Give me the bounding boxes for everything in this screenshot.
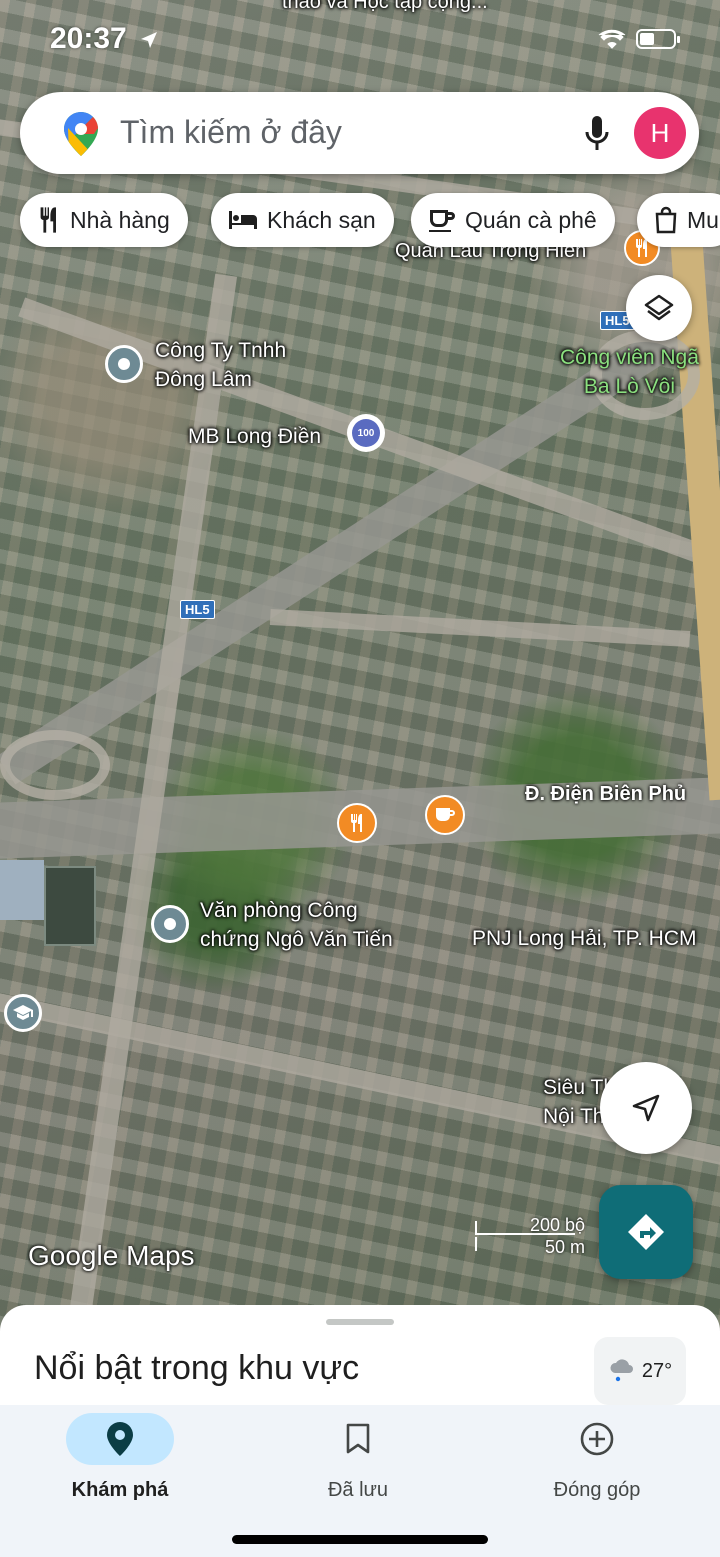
place-label[interactable]: MB Long Điền — [188, 422, 321, 451]
avatar-letter: H — [650, 117, 670, 148]
school-yard — [0, 860, 44, 920]
directions-button[interactable] — [599, 1185, 693, 1279]
nav-contribute[interactable]: Đóng góp — [497, 1413, 697, 1502]
layers-button[interactable] — [626, 275, 692, 341]
place-label[interactable]: PNJ Long Hải, TP. HCM — [472, 924, 696, 953]
navigation-arrow-icon — [632, 1094, 660, 1122]
park-label[interactable]: Công viên Ngã Ba Lò Vôi — [560, 343, 699, 401]
temperature: 27° — [641, 1359, 673, 1382]
add-circle-icon — [580, 1422, 614, 1456]
layers-icon — [644, 294, 674, 321]
school-pin[interactable] — [4, 994, 42, 1032]
battery-icon — [636, 29, 680, 49]
map-scale: 200 bộ 50 m — [475, 1215, 585, 1257]
nav-active-pill — [66, 1413, 174, 1465]
chip-shopping[interactable]: Mu — [637, 193, 720, 247]
restaurant-icon — [40, 207, 56, 233]
chip-label: Mu — [687, 206, 719, 233]
place-label[interactable]: Công Ty Tnhh Đông Lâm — [155, 336, 286, 394]
hotel-icon — [229, 211, 257, 229]
cafe-pin[interactable] — [425, 795, 465, 835]
school-icon — [13, 1005, 33, 1020]
home-indicator[interactable] — [232, 1535, 488, 1544]
scale-metric: 50 m — [544, 1237, 585, 1257]
chip-restaurants[interactable]: Nhà hàng — [20, 193, 188, 247]
chip-cafes[interactable]: Quán cà phê — [411, 193, 615, 247]
search-input[interactable]: Tìm kiếm ở đây — [120, 114, 342, 151]
road-shield: HL5 — [180, 600, 215, 619]
chip-label: Khách sạn — [267, 206, 376, 233]
restaurant-pin[interactable] — [337, 803, 377, 843]
nav-explore[interactable]: Khám phá — [20, 1413, 220, 1502]
nav-label: Đã lưu — [327, 1479, 389, 1501]
location-pin-icon — [107, 1422, 133, 1456]
location-arrow-icon — [141, 32, 158, 49]
nav-icon-wrap — [304, 1413, 412, 1465]
status-icons — [598, 28, 680, 50]
coffee-icon — [429, 210, 455, 232]
place-label-top: thao và Học tập cộng... — [282, 0, 488, 13]
bottom-sheet[interactable]: Nổi bật trong khu vực 27° — [0, 1305, 720, 1415]
avatar[interactable]: H — [634, 107, 686, 159]
bank-pin[interactable]: 100 — [347, 414, 385, 452]
microphone-icon[interactable] — [584, 116, 610, 152]
directions-icon — [628, 1214, 664, 1250]
roundabout — [0, 730, 110, 800]
weather-chip[interactable]: 27° — [594, 1337, 686, 1405]
my-location-button[interactable] — [600, 1062, 692, 1154]
status-time: 20:37 — [50, 22, 159, 56]
bookmark-icon — [346, 1423, 370, 1454]
sports-field — [44, 866, 96, 946]
chip-hotels[interactable]: Khách sạn — [211, 193, 394, 247]
restaurant-icon — [351, 814, 362, 832]
scale-imperial: 200 bộ — [529, 1215, 585, 1235]
chip-label: Nhà hàng — [70, 206, 170, 233]
sheet-drag-handle[interactable] — [326, 1319, 394, 1325]
bank-icon: 100 — [352, 419, 380, 447]
nav-label: Khám phá — [71, 1479, 169, 1501]
place-label[interactable]: Văn phòng Công chứng Ngô Văn Tiến — [200, 896, 393, 954]
road-label: Đ. Điện Biên Phủ — [525, 783, 687, 805]
coffee-icon — [436, 808, 455, 821]
nav-label: Đóng góp — [553, 1479, 641, 1501]
place-pin[interactable] — [105, 345, 143, 383]
place-pin[interactable] — [151, 905, 189, 943]
google-maps-pin-icon — [64, 112, 98, 156]
search-bar[interactable]: Tìm kiếm ở đây H — [20, 92, 699, 174]
road — [269, 609, 691, 647]
chip-label: Quán cà phê — [465, 206, 597, 233]
google-maps-logo: Google Maps — [28, 1240, 195, 1271]
wifi-icon — [598, 29, 626, 49]
nav-icon-wrap — [543, 1413, 651, 1465]
bottom-navigation: Khám phá Đã lưu Đóng góp — [0, 1405, 720, 1557]
shopping-bag-icon — [655, 206, 677, 234]
sheet-title: Nổi bật trong khu vực — [34, 1349, 360, 1387]
cloud-rain-icon — [610, 1359, 633, 1382]
nav-saved[interactable]: Đã lưu — [258, 1413, 458, 1502]
